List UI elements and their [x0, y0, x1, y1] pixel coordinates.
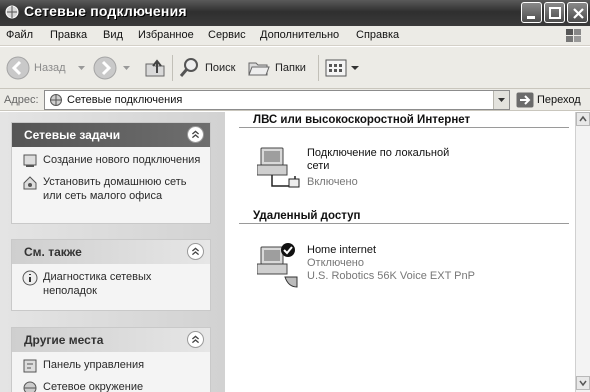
go-button[interactable]: Переход	[516, 91, 581, 109]
connection-name: Подключение по локальной сети	[307, 147, 450, 172]
connection-device: U.S. Robotics 56K Voice EXT PnP	[307, 270, 475, 282]
menu-view[interactable]: Вид	[103, 29, 123, 41]
vertical-scrollbar[interactable]	[575, 112, 590, 392]
menu-advanced[interactable]: Дополнительно	[260, 29, 339, 41]
connection-name: Home internet	[307, 244, 377, 256]
menu-help[interactable]: Справка	[356, 29, 399, 41]
control-panel-icon	[23, 359, 37, 373]
other-places-panel: Другие места Панель управления Сетевое о…	[11, 327, 211, 392]
home-network-icon	[23, 176, 37, 190]
connection-lan[interactable]: Подключение по локальной сети Включено	[257, 146, 557, 192]
menu-file[interactable]: Файл	[6, 29, 33, 41]
views-button[interactable]	[324, 53, 359, 83]
control-panel-link[interactable]: Панель управления	[22, 358, 204, 374]
back-arrow-icon	[6, 56, 30, 80]
maximize-button[interactable]	[544, 2, 565, 23]
panel-header[interactable]: См. также	[12, 240, 210, 264]
close-button[interactable]	[567, 2, 588, 23]
forward-button[interactable]	[93, 53, 117, 83]
connection-status: Отключено	[307, 257, 364, 269]
network-places-link[interactable]: Сетевое окружение	[22, 380, 204, 392]
network-tasks-panel: Сетевые задачи Создание нового подключен…	[11, 122, 211, 224]
windows-logo-icon	[566, 29, 581, 42]
scroll-up-button[interactable]	[576, 112, 590, 126]
close-icon	[573, 8, 584, 19]
minimize-button[interactable]	[521, 2, 542, 23]
network-diagnostics-link[interactable]: Диагностика сетевых неполадок	[22, 270, 204, 298]
forward-dropdown-icon[interactable]	[123, 66, 130, 71]
search-icon	[179, 58, 198, 77]
network-connections-icon	[50, 94, 62, 106]
toolbar-separator	[172, 55, 173, 81]
address-bar: Адрес: Сетевые подключения Переход	[0, 89, 590, 111]
folders-icon	[248, 62, 270, 76]
panel-header[interactable]: Сетевые задачи	[12, 123, 210, 147]
views-dropdown-icon	[351, 65, 359, 70]
back-button[interactable]: Назад	[6, 53, 66, 83]
forward-arrow-icon	[93, 56, 117, 80]
group-header-lan: ЛВС или высокоскоростной Интернет	[253, 114, 471, 126]
title-bar: Сетевые подключения	[0, 0, 590, 26]
network-places-icon	[23, 381, 37, 392]
collapse-icon[interactable]	[187, 243, 204, 260]
group-header-dialup: Удаленный доступ	[253, 210, 361, 222]
network-connections-icon	[5, 5, 19, 19]
address-dropdown-button[interactable]	[493, 91, 509, 109]
collapse-icon[interactable]	[187, 126, 204, 143]
connection-status: Включено	[307, 176, 358, 188]
info-icon	[22, 270, 38, 286]
lan-connection-icon	[257, 147, 300, 188]
see-also-panel: См. также Диагностика сетевых неполадок	[11, 239, 211, 311]
menu-tools[interactable]: Сервис	[208, 29, 246, 41]
menu-bar: Файл Правка Вид Избранное Сервис Дополни…	[0, 26, 590, 46]
chevron-down-icon	[498, 98, 505, 102]
panel-header[interactable]: Другие места	[12, 328, 210, 352]
group-divider	[239, 223, 569, 224]
chevron-up-icon	[579, 115, 587, 122]
dialup-connection-icon	[257, 243, 298, 288]
toolbar: Назад Поиск Папки	[0, 47, 590, 89]
up-folder-button[interactable]	[143, 53, 167, 83]
go-arrow-icon	[516, 92, 534, 108]
toolbar-separator	[318, 55, 319, 81]
connection-dialup[interactable]: Home internet Отключено U.S. Robotics 56…	[257, 243, 557, 289]
address-field[interactable]: Сетевые подключения	[44, 90, 510, 110]
content-pane: ЛВС или высокоскоростной Интернет Подклю…	[225, 112, 575, 392]
window-title: Сетевые подключения	[24, 3, 187, 19]
chevron-down-icon	[579, 380, 587, 387]
setup-home-network-link[interactable]: Установить домашнюю сеть или сеть малого…	[22, 175, 204, 203]
menu-edit[interactable]: Правка	[50, 29, 87, 41]
views-grid-icon	[325, 59, 347, 77]
scroll-down-button[interactable]	[576, 376, 590, 390]
search-button[interactable]: Поиск	[177, 53, 235, 83]
group-divider	[239, 127, 569, 128]
address-value: Сетевые подключения	[67, 94, 183, 106]
minimize-icon	[527, 16, 535, 19]
address-label: Адрес:	[4, 94, 39, 106]
create-connection-link[interactable]: Создание нового подключения	[22, 153, 204, 169]
collapse-icon[interactable]	[187, 331, 204, 348]
maximize-icon	[549, 7, 561, 19]
task-pane: Сетевые задачи Создание нового подключен…	[0, 112, 225, 392]
folders-button[interactable]: Папки	[247, 53, 306, 83]
back-dropdown-icon[interactable]	[78, 66, 85, 71]
up-folder-icon	[145, 59, 165, 77]
new-connection-icon	[23, 154, 37, 167]
menu-favorites[interactable]: Избранное	[138, 29, 194, 41]
